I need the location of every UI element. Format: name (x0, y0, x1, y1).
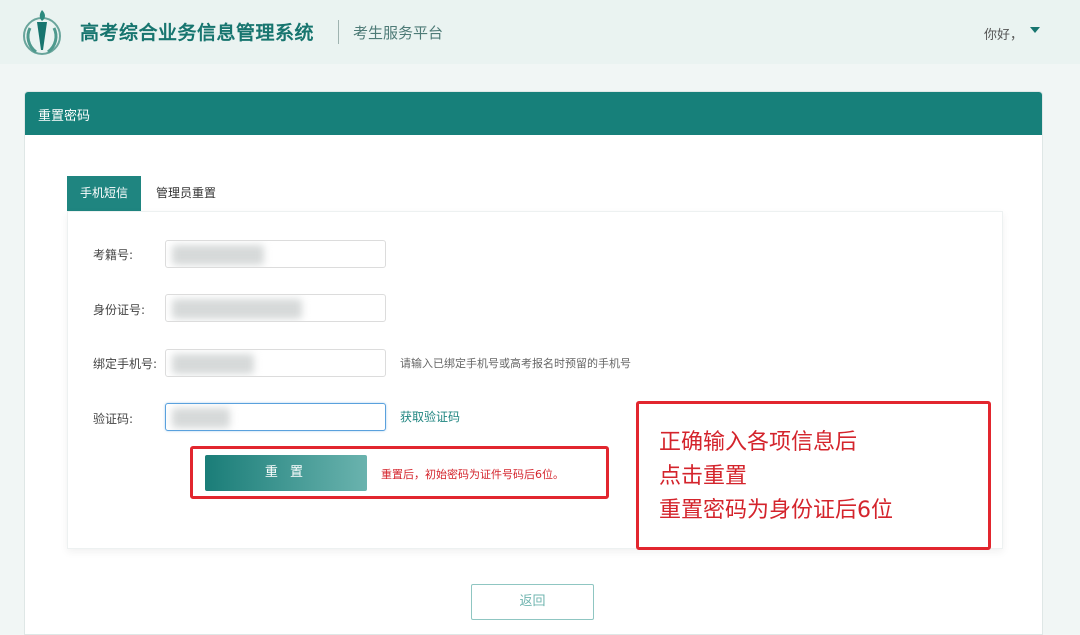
title-divider (338, 20, 339, 44)
reset-button[interactable]: 重 置 (205, 455, 367, 491)
panel-header: 重置密码 (25, 92, 1042, 135)
id-no-input[interactable] (165, 294, 386, 322)
exam-no-input[interactable] (165, 240, 386, 268)
back-button[interactable]: 返回 (471, 584, 594, 620)
phone-input[interactable] (165, 349, 386, 377)
id-no-label: 身份证号: (93, 303, 146, 317)
annotation-line: 正确输入各项信息后 (659, 430, 858, 455)
user-menu-caret-icon[interactable] (1030, 27, 1040, 33)
platform-subtitle: 考生服务平台 (353, 24, 444, 42)
top-header: 高考综合业务信息管理系统 考生服务平台 你好， (0, 0, 1080, 64)
phone-hint: 请输入已绑定手机号或高考报名时预留的手机号 (400, 357, 631, 370)
logo-torch-icon (23, 10, 61, 55)
annotation-line: 重置密码为身份证后6位 (659, 498, 893, 523)
redacted-value (172, 408, 230, 428)
annotation-line: 点击重置 (659, 464, 748, 489)
user-greeting[interactable]: 你好， (984, 24, 1023, 43)
system-title: 高考综合业务信息管理系统 (80, 22, 315, 44)
exam-no-label: 考籍号: (93, 248, 134, 262)
redacted-value (172, 245, 264, 265)
redacted-value (172, 299, 302, 319)
reset-note: 重置后，初始密码为证件号码后6位。 (381, 468, 564, 481)
code-label: 验证码: (93, 412, 134, 426)
tab-sms[interactable]: 手机短信 (67, 176, 141, 211)
annotation-callout: 正确输入各项信息后 点击重置 重置密码为身份证后6位 (636, 401, 991, 550)
panel-title: 重置密码 (38, 109, 91, 124)
tab-admin-reset[interactable]: 管理员重置 (146, 176, 226, 211)
phone-label: 绑定手机号: (93, 357, 158, 371)
verification-code-input[interactable] (165, 403, 386, 431)
redacted-value (172, 354, 254, 374)
get-code-link[interactable]: 获取验证码 (400, 408, 460, 425)
